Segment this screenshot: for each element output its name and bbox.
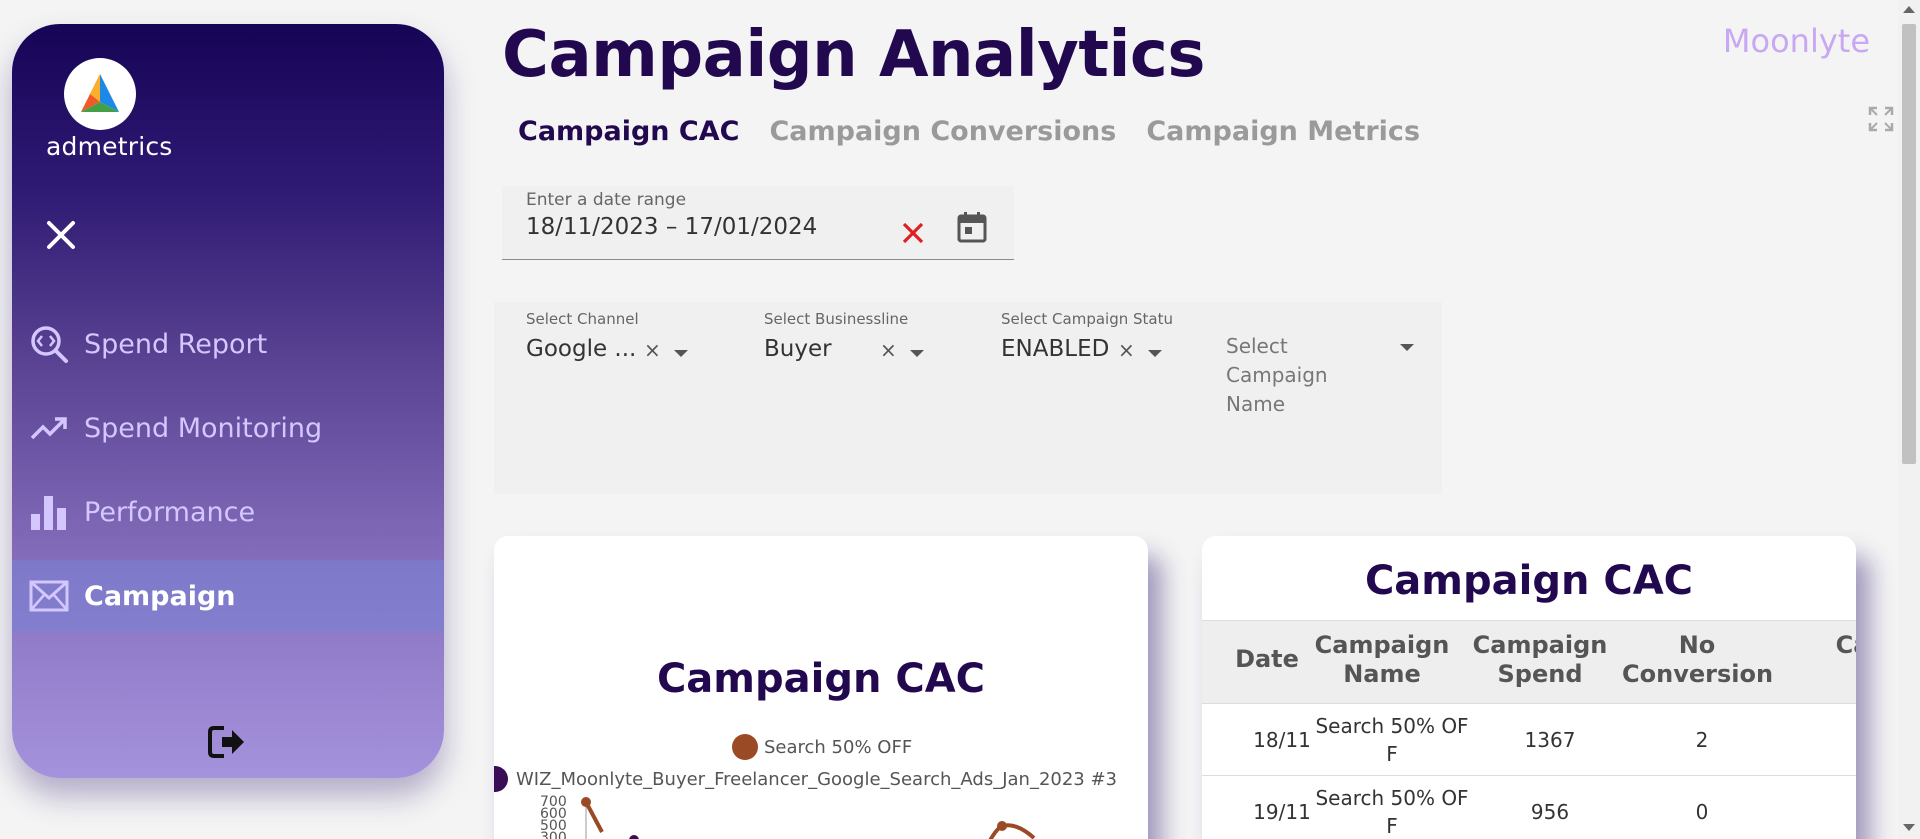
sidebar-item-label: Spend Monitoring [84,412,323,444]
cell-no-conversion: 2 [1695,728,1709,752]
businessline-select-label: Select Businessline [764,310,909,328]
campaign-name-dropdown-icon[interactable] [1400,344,1414,351]
calendar-icon[interactable] [956,210,988,244]
date-range-field[interactable]: Enter a date range 18/11/2023 – 17/01/20… [502,186,1014,260]
chart-title: Campaign CAC [656,656,986,702]
series-line-search-50-off [988,823,1036,839]
trending-up-icon [28,407,70,449]
sidebar-item-performance[interactable]: Performance [12,476,444,548]
cell-campaign-spend: 1367 [1524,728,1576,752]
channel-select-value[interactable]: Google ... [526,336,686,362]
column-header-date[interactable]: Date [1232,645,1302,674]
table-header-row: Date Campaign Name Campaign Spend No Conver… [1202,620,1856,704]
scroll-down-arrow-icon[interactable] [1903,824,1915,831]
sidebar: admetrics Spend Report Spend Monitoring … [12,24,444,778]
column-header-campaign-cac[interactable]: CamC [1800,631,1856,689]
data-point [629,835,639,839]
campaign-status-select-label: Select Campaign Statu [1001,310,1173,328]
channel-select[interactable]: Select Channel Google ... [526,310,686,362]
sidebar-item-campaign[interactable]: Campaign [12,560,444,632]
column-header-campaign-spend[interactable]: Campaign Spend [1470,631,1610,689]
date-range-label: Enter a date range [526,190,687,210]
businessline-clear-icon[interactable]: × [880,338,897,362]
column-header-campaign-name[interactable]: Campaign Name [1312,631,1452,689]
filter-panel: Select Channel Google ... × Select Busin… [494,302,1442,494]
table-row[interactable]: 19/11 Search 50% OF F 956 0 [1202,776,1856,839]
campaign-status-clear-icon[interactable]: × [1118,338,1135,362]
table-row[interactable]: 18/11 Search 50% OF F 1367 2 [1202,704,1856,776]
table-title: Campaign CAC [1364,558,1694,604]
cell-date: 19/11 [1253,800,1311,824]
data-point [581,797,591,807]
sidebar-item-spend-monitoring[interactable]: Spend Monitoring [12,392,444,464]
logo-triangle-icon [81,74,119,112]
sidebar-item-label: Spend Report [84,328,268,360]
chart-legend-item[interactable]: Search 50% OFF [732,734,912,760]
close-icon[interactable] [42,216,80,254]
cell-campaign-name: Search 50% OF F [1315,714,1469,766]
cell-no-conversion: 0 [1695,800,1709,824]
legend-marker [732,734,758,760]
tab-bar: Campaign CAC Campaign Conversions Campai… [518,116,1420,147]
cell-date: 18/11 [1253,728,1311,752]
admetrics-logo [64,58,136,130]
fullscreen-icon[interactable] [1868,106,1896,134]
channel-clear-icon[interactable]: × [644,338,661,362]
chart-plot-area: C [502,797,1036,839]
campaign-cac-table-card: Campaign CAC Date Campaign Name Campaign S… [1202,536,1856,839]
legend-label: Search 50% OFF [764,736,913,758]
cell-campaign-spend: 956 [1530,800,1570,824]
sidebar-item-label: Performance [84,496,256,528]
page-scrollbar[interactable] [1898,0,1920,839]
cell-campaign-name: Search 50% OF F [1315,786,1469,838]
page-title: Campaign Analytics [502,18,1205,92]
scrollbar-thumb[interactable] [1902,24,1916,464]
scroll-up-arrow-icon[interactable] [1903,6,1915,13]
campaign-name-select[interactable]: Select Campaign Name [1226,332,1376,419]
sidebar-item-label: Campaign [84,580,236,612]
series-line-search-50-off [584,801,604,833]
column-header-no-conversion[interactable]: No Conversion [1622,631,1773,689]
businessline-select-value[interactable]: Buyer [764,336,944,362]
businessline-dropdown-icon[interactable] [910,350,924,357]
sidebar-item-spend-report[interactable]: Spend Report [12,308,444,380]
logo-text: admetrics [46,132,173,161]
channel-select-label: Select Channel [526,310,639,328]
channel-dropdown-icon[interactable] [674,350,688,357]
tab-campaign-metrics[interactable]: Campaign Metrics [1146,116,1420,147]
bar-chart-icon [28,491,70,533]
mail-icon [28,575,70,617]
campaign-cac-chart-card: Campaign CAC Search 50% OFF WIZ_Moonlyte… [494,536,1148,839]
campaign-name-placeholder: Select Campaign Name [1226,334,1328,416]
data-point [997,821,1007,831]
campaign-status-select-value[interactable]: ENABLED [1001,336,1173,362]
magnify-code-icon [28,323,70,365]
brand-name: Moonlyte [1722,22,1870,60]
tab-campaign-conversions[interactable]: Campaign Conversions [769,116,1116,147]
date-range-value[interactable]: 18/11/2023 – 17/01/2024 [526,214,817,240]
logout-icon[interactable] [208,724,248,760]
campaign-status-dropdown-icon[interactable] [1148,350,1162,357]
clear-date-icon[interactable] [900,220,928,248]
tab-campaign-cac[interactable]: Campaign CAC [518,116,739,147]
